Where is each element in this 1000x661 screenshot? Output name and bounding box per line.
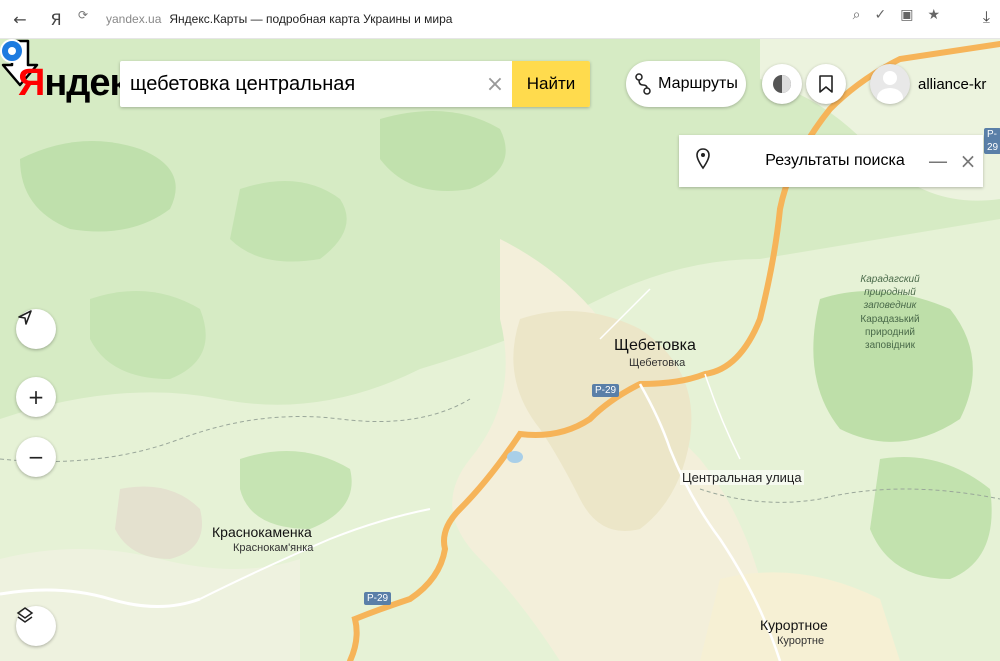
layers-button[interactable] <box>16 606 56 646</box>
reserve-label-ru: Карадагский природный заповедник <box>860 274 920 311</box>
place-sublabel-kurortnoe: Курортне <box>777 635 825 647</box>
zoom-out-button[interactable]: − <box>16 437 56 477</box>
place-label-krasnokamenka[interactable]: Краснокаменка <box>212 524 312 540</box>
routes-label: Маршруты <box>658 75 738 92</box>
geolocation-button[interactable] <box>16 309 56 349</box>
username[interactable]: alliance-kr <box>918 76 986 93</box>
pin-icon <box>679 147 727 175</box>
address-actions: ⌕ ✓ ▣ ★ <box>853 7 940 23</box>
plus-icon: + <box>27 385 45 409</box>
protect-icon[interactable]: ✓ <box>874 7 886 23</box>
routes-button[interactable]: Маршруты <box>626 61 746 107</box>
address-domain: yandex.ua <box>106 12 162 26</box>
zoom-in-button[interactable]: + <box>16 377 56 417</box>
marker-label[interactable]: Центральная улица <box>680 470 804 485</box>
bookmarks-button[interactable] <box>806 64 846 104</box>
layers-icon <box>16 607 34 623</box>
logo-first-letter: Я <box>18 62 45 104</box>
download-icon[interactable]: ⤓ <box>983 7 990 27</box>
minimize-icon[interactable]: — <box>923 149 953 173</box>
place-label-kurortnoe[interactable]: Курортное <box>760 617 828 633</box>
clear-icon[interactable]: × <box>478 72 512 97</box>
yandex-browser-icon[interactable]: Я <box>44 7 68 31</box>
reload-icon[interactable]: ⟳ <box>78 8 94 28</box>
search-input[interactable]: щебетовка центральная <box>120 73 478 96</box>
map-canvas[interactable]: Щебетовка Щебетовка Краснокаменка Красно… <box>0 39 1000 661</box>
user-account[interactable]: alliance-kr <box>870 58 986 110</box>
navigation-arrow-icon <box>18 310 32 325</box>
traffic-button[interactable] <box>762 64 802 104</box>
avatar[interactable] <box>870 64 910 104</box>
reserve-label: Карадагский природный заповедник Карадаз… <box>850 273 930 352</box>
place-sublabel-shchebetovka: Щебетовка <box>629 357 686 369</box>
reserve-label-ua: Карадазький природний заповідник <box>860 314 920 351</box>
star-icon[interactable]: ★ <box>927 7 940 23</box>
results-title: Результаты поиска <box>765 152 905 169</box>
bookmark-icon <box>819 75 833 93</box>
tab-title: Яндекс.Карты — подробная карта Украины и… <box>169 12 453 26</box>
browser-toolbar: ← Я ⟳ yandex.ua Яндекс.Карты — подробная… <box>0 0 1000 39</box>
place-sublabel-krasnokamenka: Краснокам'янка <box>233 542 314 554</box>
traffic-icon <box>773 75 791 93</box>
search-results-panel[interactable]: Результаты поиска — × <box>679 135 983 187</box>
search-box[interactable]: щебетовка центральная × Найти <box>120 61 590 107</box>
address-bar[interactable]: yandex.ua Яндекс.Карты — подробная карта… <box>106 7 910 31</box>
back-arrow-icon[interactable]: ← <box>8 7 32 31</box>
find-button[interactable]: Найти <box>512 61 590 107</box>
route-icon <box>635 73 651 95</box>
road-badge: P-29 <box>364 592 392 605</box>
search-zoom-icon[interactable]: ⌕ <box>853 7 861 23</box>
close-icon[interactable]: × <box>953 149 983 173</box>
minus-icon: − <box>27 445 45 469</box>
road-badge: P-29 <box>984 128 1000 154</box>
place-label-shchebetovka[interactable]: Щебетовка <box>614 337 696 355</box>
road-badge: P-29 <box>592 384 620 397</box>
lock-icon[interactable]: ▣ <box>900 7 913 23</box>
